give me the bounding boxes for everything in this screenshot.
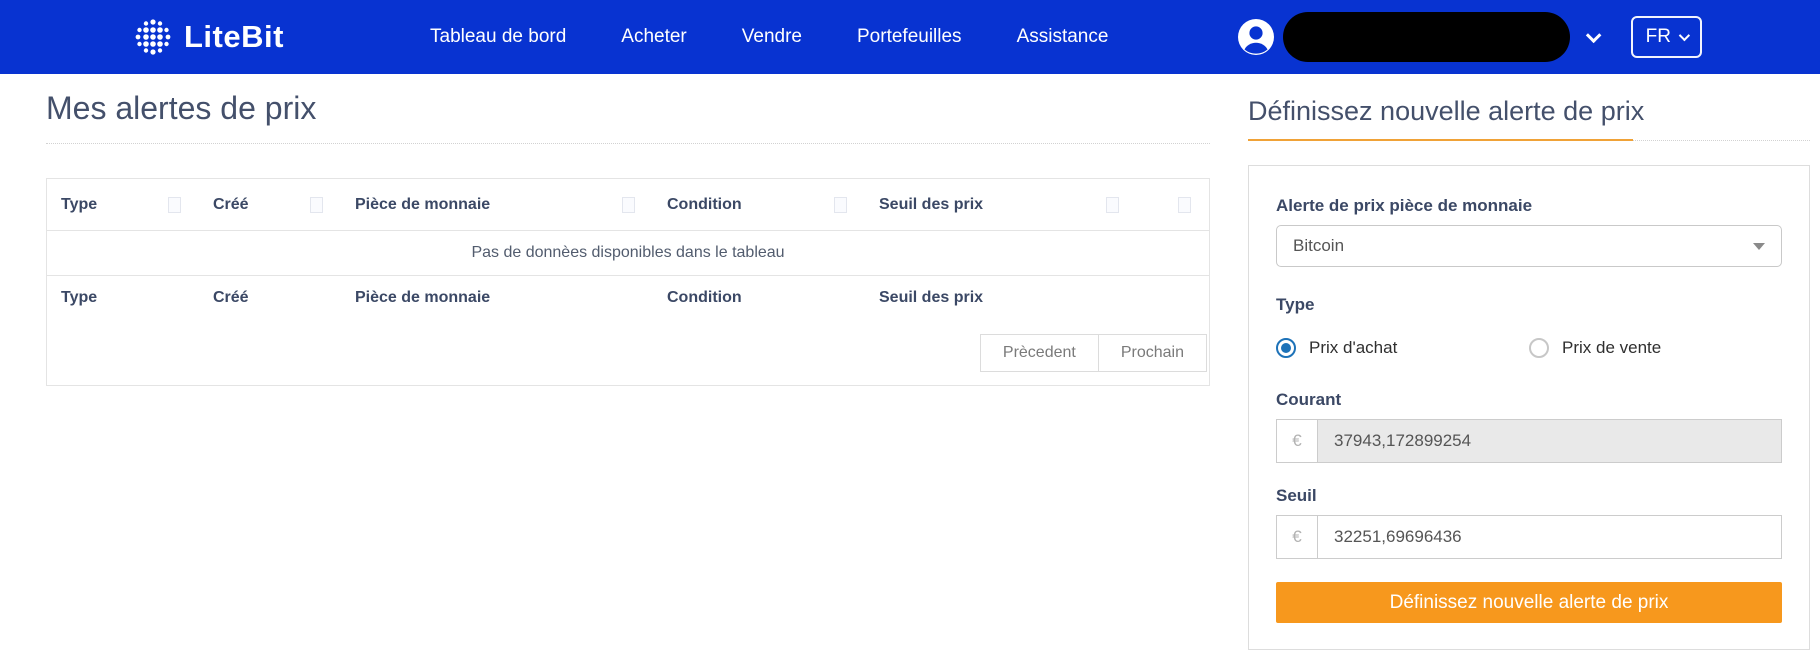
new-alert-form-card: Alerte de prix pièce de monnaie Bitcoin … (1248, 165, 1810, 650)
coin-select[interactable]: Bitcoin (1276, 225, 1782, 267)
footer-column-coin: Pièce de monnaie (355, 289, 491, 306)
litebit-brand[interactable]: LiteBit (133, 17, 284, 57)
sort-icon-placeholder[interactable] (834, 196, 847, 213)
column-header-type[interactable]: Type (47, 196, 199, 214)
language-chevron-icon (1678, 29, 1691, 42)
litebit-globe-icon (133, 17, 173, 57)
user-avatar-icon[interactable] (1237, 18, 1275, 56)
type-label: Type (1276, 295, 1315, 314)
radio-sell-price[interactable]: Prix de vente (1529, 338, 1782, 358)
current-price-input-group: € (1276, 419, 1782, 463)
select-caret-icon (1753, 242, 1765, 250)
type-radio-group: Prix d'achat Prix de vente (1276, 338, 1782, 358)
column-header-coin[interactable]: Pièce de monnaie (341, 196, 653, 214)
top-navbar: LiteBit Tableau de bord Acheter Vendre P… (0, 0, 1820, 74)
submit-new-alert-button[interactable]: Définissez nouvelle alerte de prix (1276, 582, 1782, 623)
orange-underline (1248, 139, 1633, 141)
nav-item-wallets[interactable]: Portefeuilles (857, 26, 962, 48)
footer-column-threshold: Seuil des prix (879, 289, 984, 306)
column-header-actions[interactable] (1137, 196, 1209, 213)
nav-item-support[interactable]: Assistance (1017, 26, 1109, 48)
nav-item-sell[interactable]: Vendre (742, 26, 802, 48)
radio-buy-price[interactable]: Prix d'achat (1276, 338, 1529, 358)
radio-unselected-icon[interactable] (1529, 338, 1549, 358)
sort-icon-placeholder[interactable] (168, 196, 181, 213)
threshold-input-group: € (1276, 515, 1782, 559)
sort-icon-placeholder[interactable] (310, 196, 323, 213)
language-selector[interactable]: FR (1630, 16, 1702, 58)
coin-select-label: Alerte de prix pièce de monnaie (1276, 196, 1533, 215)
redacted-username[interactable] (1282, 12, 1570, 62)
column-header-condition[interactable]: Condition (653, 196, 865, 214)
main-nav: Tableau de bord Acheter Vendre Portefeui… (430, 0, 1108, 74)
table-empty-message: Pas de donnèes disponibles dans le table… (47, 231, 1209, 276)
navbar-right: FR (1237, 0, 1702, 74)
column-header-threshold[interactable]: Seuil des prix (865, 196, 1137, 214)
footer-column-created: Créé (213, 289, 249, 306)
price-alerts-table: Type Créé Pièce de monnaie Condition Seu… (46, 178, 1210, 386)
coin-select-value: Bitcoin (1293, 236, 1345, 255)
main-content: Mes alertes de prix Type Créé Pièce de m… (46, 74, 1210, 386)
threshold-label: Seuil (1276, 486, 1317, 505)
brand-name: LiteBit (184, 19, 284, 54)
sort-icon-placeholder[interactable] (1106, 196, 1119, 213)
next-page-button[interactable]: Prochain (1097, 334, 1207, 372)
current-price-input (1318, 419, 1782, 463)
sort-icon-placeholder[interactable] (622, 196, 635, 213)
footer-column-condition: Condition (667, 289, 742, 306)
language-code: FR (1645, 26, 1671, 47)
table-footer-row: Type Créé Pièce de monnaie Condition Seu… (47, 276, 1209, 320)
new-alert-panel: Définissez nouvelle alerte de prix Alert… (1248, 74, 1810, 650)
current-price-label: Courant (1276, 390, 1342, 409)
sort-icon-placeholder[interactable] (1178, 196, 1191, 213)
panel-title: Définissez nouvelle alerte de prix (1248, 96, 1645, 126)
threshold-input[interactable] (1318, 515, 1782, 559)
page-title: Mes alertes de prix (46, 90, 317, 126)
footer-column-type: Type (61, 289, 98, 306)
title-divider (46, 143, 1210, 144)
nav-item-dashboard[interactable]: Tableau de bord (430, 26, 566, 48)
panel-title-divider (1248, 139, 1810, 141)
previous-page-button[interactable]: Prècedent (979, 334, 1099, 372)
euro-symbol: € (1276, 515, 1318, 559)
radio-selected-icon[interactable] (1276, 338, 1296, 358)
column-header-created[interactable]: Créé (199, 196, 341, 214)
nav-item-buy[interactable]: Acheter (621, 26, 686, 48)
table-header-row: Type Créé Pièce de monnaie Condition Seu… (47, 179, 1209, 231)
table-pagination: Prècedent Prochain (47, 320, 1209, 385)
euro-symbol: € (1276, 419, 1318, 463)
user-menu-chevron-icon[interactable] (1585, 27, 1602, 43)
